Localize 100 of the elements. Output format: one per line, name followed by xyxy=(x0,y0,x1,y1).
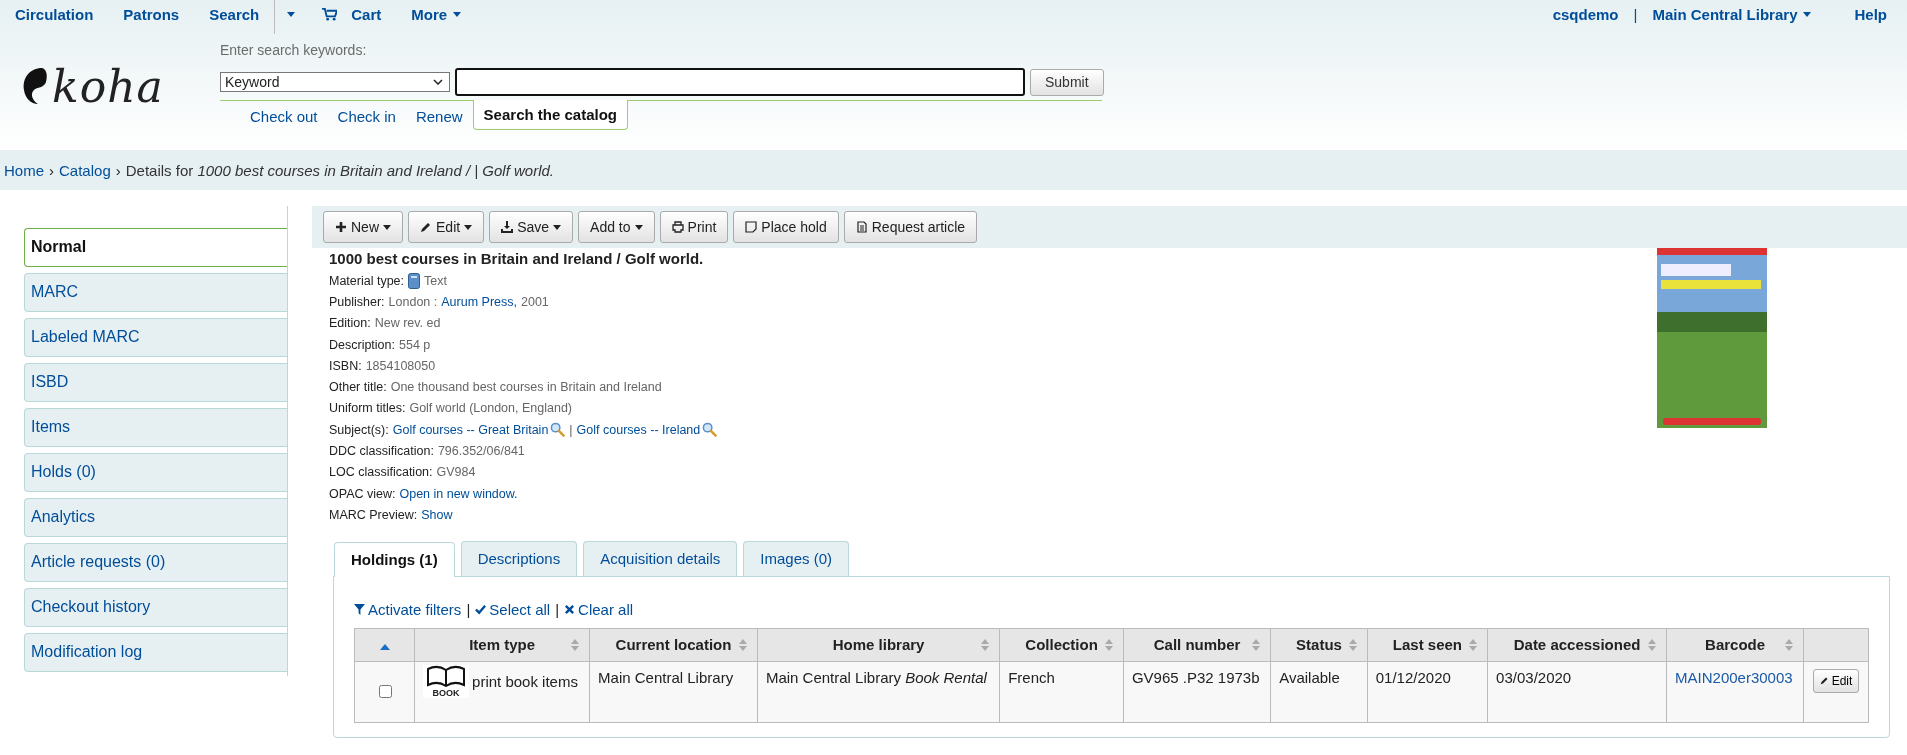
search-field[interactable] xyxy=(455,68,1025,96)
field-link[interactable]: Golf courses -- Ireland xyxy=(576,422,701,437)
tab[interactable]: Images (0) xyxy=(743,540,849,576)
field-label: Uniform titles: xyxy=(329,401,406,416)
field-label: ISBN: xyxy=(329,358,362,373)
sort-icon xyxy=(1469,638,1478,651)
column-header[interactable]: Date accessioned xyxy=(1487,628,1667,662)
nav-link[interactable]: Cart xyxy=(307,0,397,28)
nav-link[interactable]: Search xyxy=(194,0,275,28)
sort-icon xyxy=(571,638,580,651)
sort-icon xyxy=(738,638,747,651)
sidebar-item[interactable]: ISBD xyxy=(24,363,287,402)
search-tab[interactable]: Check in xyxy=(327,101,406,125)
search-tab[interactable]: Renew xyxy=(405,101,473,125)
close-icon xyxy=(564,603,576,615)
field-link[interactable]: Golf courses -- Great Britain xyxy=(392,422,549,437)
sidebar-item[interactable]: Labeled MARC xyxy=(24,318,287,357)
search-type-select[interactable]: Keyword xyxy=(220,72,450,92)
field-link[interactable]: Aurum Press, xyxy=(441,294,517,309)
field-label: Other title: xyxy=(329,380,387,395)
sidebar-item[interactable]: Checkout history xyxy=(24,588,287,627)
barcode-link[interactable]: MAIN200er30003 xyxy=(1666,661,1804,723)
table-cell: Main Central Library xyxy=(589,661,758,723)
column-header[interactable]: Call number xyxy=(1123,628,1271,662)
row-checkbox[interactable] xyxy=(378,685,392,699)
field-label: DDC classification: xyxy=(329,444,434,458)
sort-icon xyxy=(1648,638,1657,651)
field-value: Text xyxy=(424,273,447,288)
caret-icon xyxy=(453,11,462,17)
sidebar-item[interactable]: Analytics xyxy=(24,498,287,537)
submit-button[interactable]: Submit xyxy=(1030,68,1104,96)
column-header[interactable]: Home library xyxy=(757,628,1000,662)
filter-icon xyxy=(354,603,365,615)
separator-text: | xyxy=(1633,5,1638,23)
table-cell: GV965 .P32 1973b xyxy=(1123,661,1271,723)
sort-icon xyxy=(1785,638,1794,651)
breadcrumb-separator: › xyxy=(49,161,54,179)
nav-link[interactable]: More xyxy=(396,0,477,28)
field-link[interactable]: Open in new window. xyxy=(399,486,518,501)
search-icon[interactable] xyxy=(702,422,718,438)
caret-icon xyxy=(287,11,296,17)
column-header[interactable]: Last seen xyxy=(1367,628,1488,662)
field-label: Publisher: xyxy=(329,294,385,309)
sidebar-item[interactable]: Items xyxy=(24,408,287,447)
toolbar-button[interactable]: Add to xyxy=(578,211,655,243)
printer-icon xyxy=(671,221,684,233)
library-dropdown[interactable]: Main Central Library xyxy=(1637,0,1827,28)
table-cell: 03/03/2020 xyxy=(1487,661,1667,723)
search-tab[interactable]: Check out xyxy=(240,101,328,125)
chevron-icon xyxy=(433,79,443,85)
column-header[interactable]: Item type xyxy=(414,628,590,662)
field-link[interactable]: Show xyxy=(421,507,453,522)
separator-text: | xyxy=(555,600,560,618)
column-header[interactable]: Collection xyxy=(999,628,1124,662)
field-value: GV984 xyxy=(436,465,476,480)
sidebar-item[interactable]: Holds (0) xyxy=(24,453,287,492)
tab[interactable]: Descriptions xyxy=(460,540,578,576)
sort-icon xyxy=(981,638,990,651)
sidebar-item[interactable]: Modification log xyxy=(24,633,287,672)
column-header[interactable]: Barcode xyxy=(1666,628,1804,662)
field-value: One thousand best courses in Britain and Ireland xyxy=(390,380,662,395)
search-tab[interactable]: Search the catalog xyxy=(472,100,628,130)
toolbar-button[interactable]: Save xyxy=(489,211,574,243)
action-link[interactable]: Clear all xyxy=(564,600,634,618)
tab[interactable]: Acquisition details xyxy=(583,540,738,576)
breadcrumb-separator: › xyxy=(115,161,121,179)
column-header[interactable]: Current location xyxy=(589,628,758,662)
caret-icon xyxy=(1803,11,1812,17)
user-link[interactable]: csqdemo xyxy=(1537,0,1634,28)
table-cell: 01/12/2020 xyxy=(1367,661,1488,723)
document-icon xyxy=(855,221,868,233)
search-icon[interactable] xyxy=(550,422,566,438)
field-value: 2001 xyxy=(521,294,549,309)
toolbar-button[interactable]: Place hold xyxy=(733,211,839,243)
field-label: Edition: xyxy=(329,316,371,331)
nav-link[interactable]: Circulation xyxy=(0,0,109,28)
table-cell: Available xyxy=(1270,661,1368,723)
sort-icon xyxy=(1104,638,1113,651)
sidebar-item[interactable]: MARC xyxy=(24,273,287,312)
help-link[interactable]: Help xyxy=(1826,0,1907,28)
toolbar-button[interactable]: Request article xyxy=(843,211,978,243)
edit-button[interactable]: Edit xyxy=(1812,668,1860,693)
tab[interactable]: Holdings (1) xyxy=(334,541,455,577)
logo[interactable]: koha xyxy=(0,56,220,116)
pencil-icon xyxy=(420,221,432,233)
breadcrumb-link[interactable]: Home xyxy=(4,161,44,179)
field-value: 796.352/06/841 xyxy=(437,444,525,458)
nav-link[interactable]: Patrons xyxy=(108,0,195,28)
cart-icon xyxy=(322,7,338,21)
toolbar-button[interactable]: Edit xyxy=(408,211,485,243)
sort-ascending-icon xyxy=(379,644,390,651)
action-link[interactable]: Activate filters xyxy=(354,600,462,618)
breadcrumb-link[interactable]: Catalog xyxy=(59,161,111,179)
field-value: Golf world (London, England) xyxy=(409,401,572,416)
toolbar-button[interactable]: New xyxy=(323,211,403,243)
column-header[interactable]: Status xyxy=(1270,628,1368,662)
sidebar-item[interactable]: Normal xyxy=(24,228,287,267)
toolbar-button[interactable]: Print xyxy=(659,211,729,243)
sidebar-item[interactable]: Article requests (0) xyxy=(24,543,287,582)
action-link[interactable]: Select all xyxy=(475,600,551,618)
